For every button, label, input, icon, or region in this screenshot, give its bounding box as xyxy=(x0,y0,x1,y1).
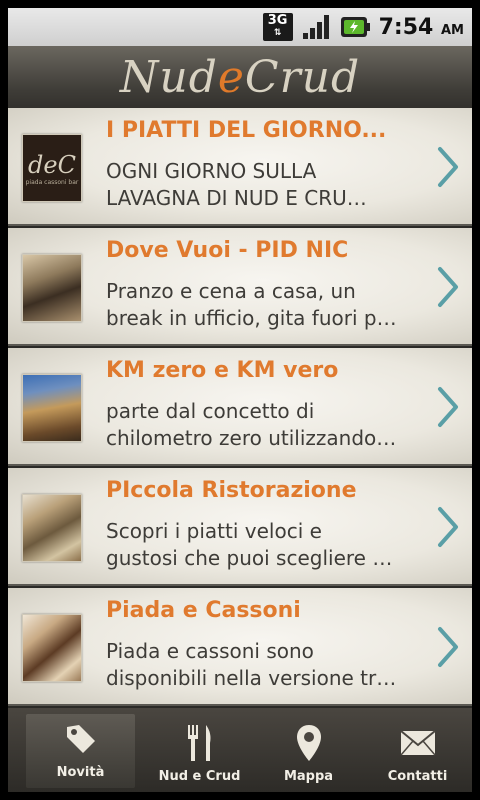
thumb-logo-text: deC xyxy=(28,150,76,179)
item-description: Piada e cassoni sono disponibili nella v… xyxy=(106,638,406,692)
item-title: PIccola Ristorazione xyxy=(106,478,357,503)
tab-label: Novità xyxy=(56,765,105,780)
desc-line-1: Pranzo e cena a casa, un xyxy=(106,279,356,303)
logo-part-1: Nud xyxy=(119,51,218,103)
desc-line-2: LAVAGNA DI NUD E CRU… xyxy=(106,186,367,210)
item-title: I PIATTI DEL GIORNO... xyxy=(106,118,387,143)
chevron-right-icon xyxy=(438,267,458,307)
app-header: NudeCrud xyxy=(8,46,472,108)
clock-time: 7:54 xyxy=(378,14,434,40)
tab-nud-e-crud[interactable]: Nud e Crud xyxy=(145,708,254,792)
item-thumbnail: deC piada cassoni bar xyxy=(22,134,82,202)
fork-knife-icon xyxy=(180,723,220,763)
item-thumbnail xyxy=(22,374,82,442)
app-screen: NudeCrud deC piada cassoni bar I PIATTI … xyxy=(8,46,472,792)
bottom-tab-bar: Novità Nud e Crud Mappa Contatti xyxy=(8,708,472,792)
logo-part-3: Crud xyxy=(244,51,361,103)
network-label: 3G xyxy=(267,13,288,28)
tab-mappa[interactable]: Mappa xyxy=(254,708,363,792)
tab-novita[interactable]: Novità xyxy=(26,714,135,788)
tab-contatti[interactable]: Contatti xyxy=(363,708,472,792)
clock: 7:54 AM xyxy=(379,15,464,40)
desc-line-1: Piada e cassoni sono xyxy=(106,639,314,663)
item-title: Piada e Cassoni xyxy=(106,598,301,623)
list-item[interactable]: deC piada cassoni bar I PIATTI DEL GIORN… xyxy=(8,108,472,226)
desc-line-2: gustosi che puoi scegliere … xyxy=(106,546,393,570)
tag-icon xyxy=(61,719,101,759)
tab-label: Contatti xyxy=(387,769,448,784)
list-item[interactable]: Dove Vuoi - PID NIC Pranzo e cena a casa… xyxy=(8,228,472,346)
envelope-icon xyxy=(398,723,438,763)
item-description: parte dal concetto di chilometro zero ut… xyxy=(106,398,406,452)
item-thumbnail xyxy=(22,494,82,562)
nud-e-crud-logo: NudeCrud xyxy=(120,52,360,103)
chevron-right-icon xyxy=(438,507,458,547)
tab-label: Mappa xyxy=(283,769,334,784)
item-description: Pranzo e cena a casa, un break in uffici… xyxy=(106,278,406,332)
item-description: OGNI GIORNO SULLA LAVAGNA DI NUD E CRU… xyxy=(106,158,406,212)
chevron-right-icon xyxy=(438,627,458,667)
item-title: Dove Vuoi - PID NIC xyxy=(106,238,349,263)
desc-line-2: disponibili nella versione tr… xyxy=(106,666,397,690)
desc-line-1: OGNI GIORNO SULLA xyxy=(106,159,317,183)
chevron-right-icon xyxy=(438,147,458,187)
chevron-right-icon xyxy=(438,387,458,427)
desc-line-2: chilometro zero utilizzando… xyxy=(106,426,397,450)
battery-charging-icon xyxy=(339,13,371,41)
list-item[interactable]: Piada e Cassoni Piada e cassoni sono dis… xyxy=(8,588,472,706)
network-3g-icon: 3G ⇅ xyxy=(262,13,293,41)
thumb-caption: piada cassoni bar xyxy=(25,178,79,186)
item-description: Scopri i piatti veloci e gustosi che puo… xyxy=(106,518,406,572)
logo-part-2: e xyxy=(217,51,245,103)
clock-ampm: AM xyxy=(441,22,464,38)
list-item[interactable]: KM zero e KM vero parte dal concetto di … xyxy=(8,348,472,466)
desc-line-2: break in ufficio, gita fuori p… xyxy=(106,306,397,330)
status-bar: 3G ⇅ 7:54 AM xyxy=(8,8,472,46)
tab-label: Nud e Crud xyxy=(158,769,241,784)
item-thumbnail xyxy=(22,254,82,322)
item-title: KM zero e KM vero xyxy=(106,358,339,383)
news-list: deC piada cassoni bar I PIATTI DEL GIORN… xyxy=(8,108,472,708)
list-item[interactable]: PIccola Ristorazione Scopri i piatti vel… xyxy=(8,468,472,586)
desc-line-1: parte dal concetto di xyxy=(106,399,315,423)
item-thumbnail xyxy=(22,614,82,682)
map-pin-icon xyxy=(289,723,329,763)
desc-line-1: Scopri i piatti veloci e xyxy=(106,519,322,543)
signal-strength-icon xyxy=(301,13,331,41)
